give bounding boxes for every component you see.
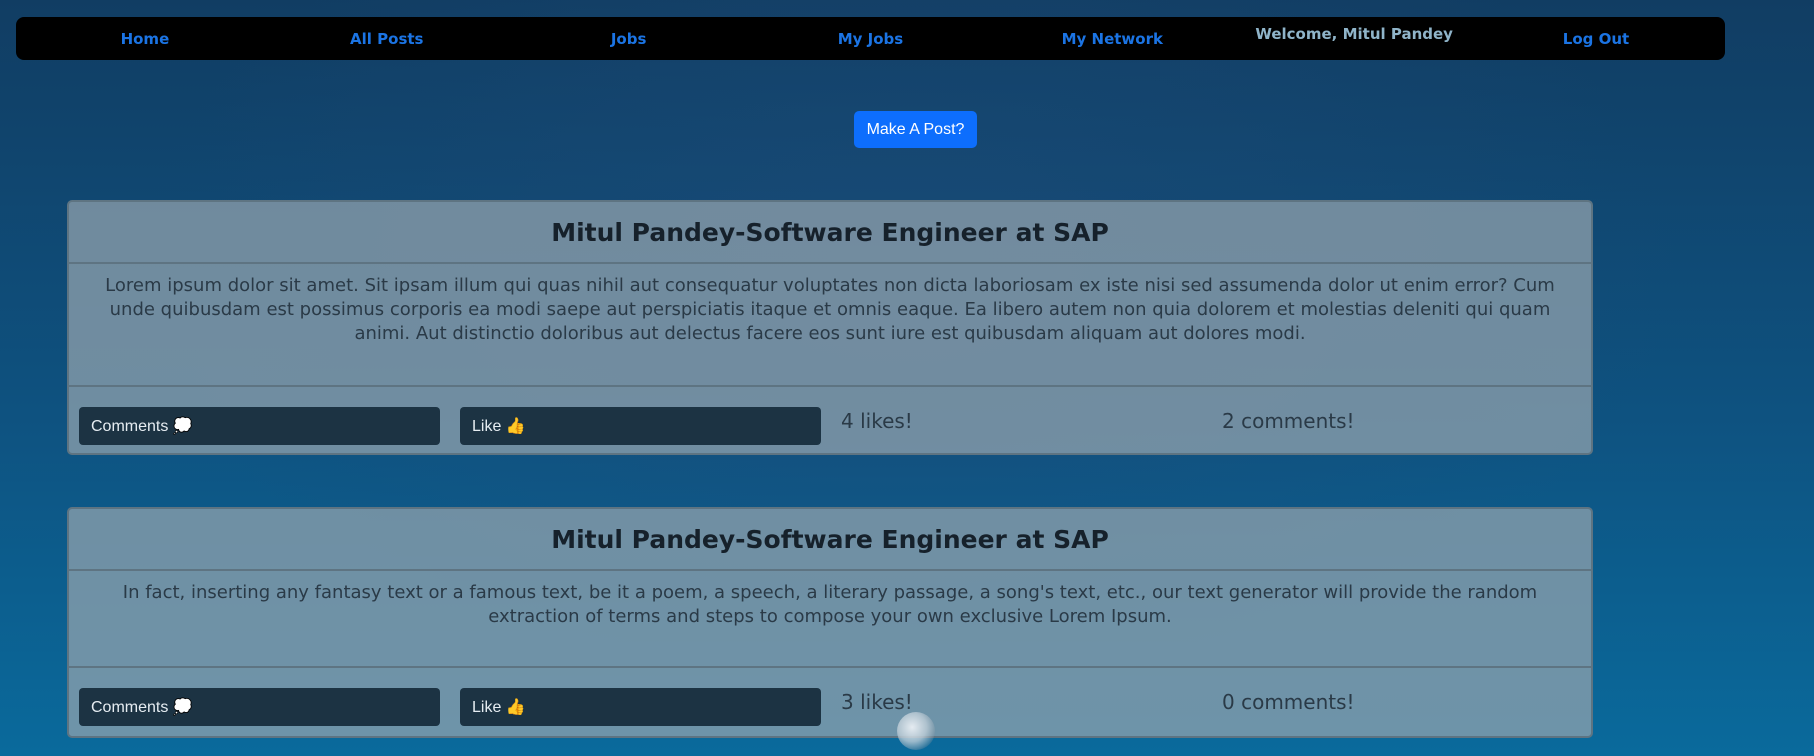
post-title: Software Engineer at SAP (745, 524, 1109, 554)
likes-count: 4 likes! (841, 409, 913, 433)
post-card: Mitul Pandey - Software Engineer at SAP … (67, 507, 1593, 738)
comments-count: 0 comments! (1222, 690, 1355, 714)
nav-home-link[interactable]: Home (45, 30, 245, 48)
comments-count: 2 comments! (1222, 409, 1355, 433)
nav-all-posts-link[interactable]: All Posts (287, 30, 487, 48)
post-author: Mitul Pandey (551, 217, 736, 247)
post-footer: Comments 💭 Like 👍 3 likes! 0 comments! (69, 668, 1591, 738)
nav-my-jobs-link[interactable]: My Jobs (770, 30, 970, 48)
post-author: Mitul Pandey (551, 524, 736, 554)
post-header: Mitul Pandey - Software Engineer at SAP (69, 509, 1591, 571)
loading-spinner-icon (897, 712, 935, 750)
post-body: Lorem ipsum dolor sit amet. Sit ipsam il… (69, 264, 1591, 387)
post-footer: Comments 💭 Like 👍 4 likes! 2 comments! (69, 387, 1591, 457)
post-card: Mitul Pandey - Software Engineer at SAP … (67, 200, 1593, 455)
like-button[interactable]: Like 👍 (460, 407, 821, 445)
nav-my-network-link[interactable]: My Network (1012, 30, 1212, 48)
make-post-button[interactable]: Make A Post? (854, 111, 977, 148)
post-body: In fact, inserting any fantasy text or a… (69, 571, 1591, 668)
comments-button[interactable]: Comments 💭 (79, 688, 440, 726)
nav-logout-link[interactable]: Log Out (1496, 30, 1696, 48)
comments-button[interactable]: Comments 💭 (79, 407, 440, 445)
nav-jobs-link[interactable]: Jobs (529, 30, 729, 48)
post-title: Software Engineer at SAP (745, 217, 1109, 247)
welcome-text: Welcome, Mitul Pandey (1255, 24, 1453, 43)
post-separator: - (735, 217, 746, 247)
like-button[interactable]: Like 👍 (460, 688, 821, 726)
post-header: Mitul Pandey - Software Engineer at SAP (69, 202, 1591, 264)
top-navbar: Home All Posts Jobs My Jobs My Network W… (16, 17, 1725, 60)
likes-count: 3 likes! (841, 690, 913, 714)
post-separator: - (735, 524, 746, 554)
